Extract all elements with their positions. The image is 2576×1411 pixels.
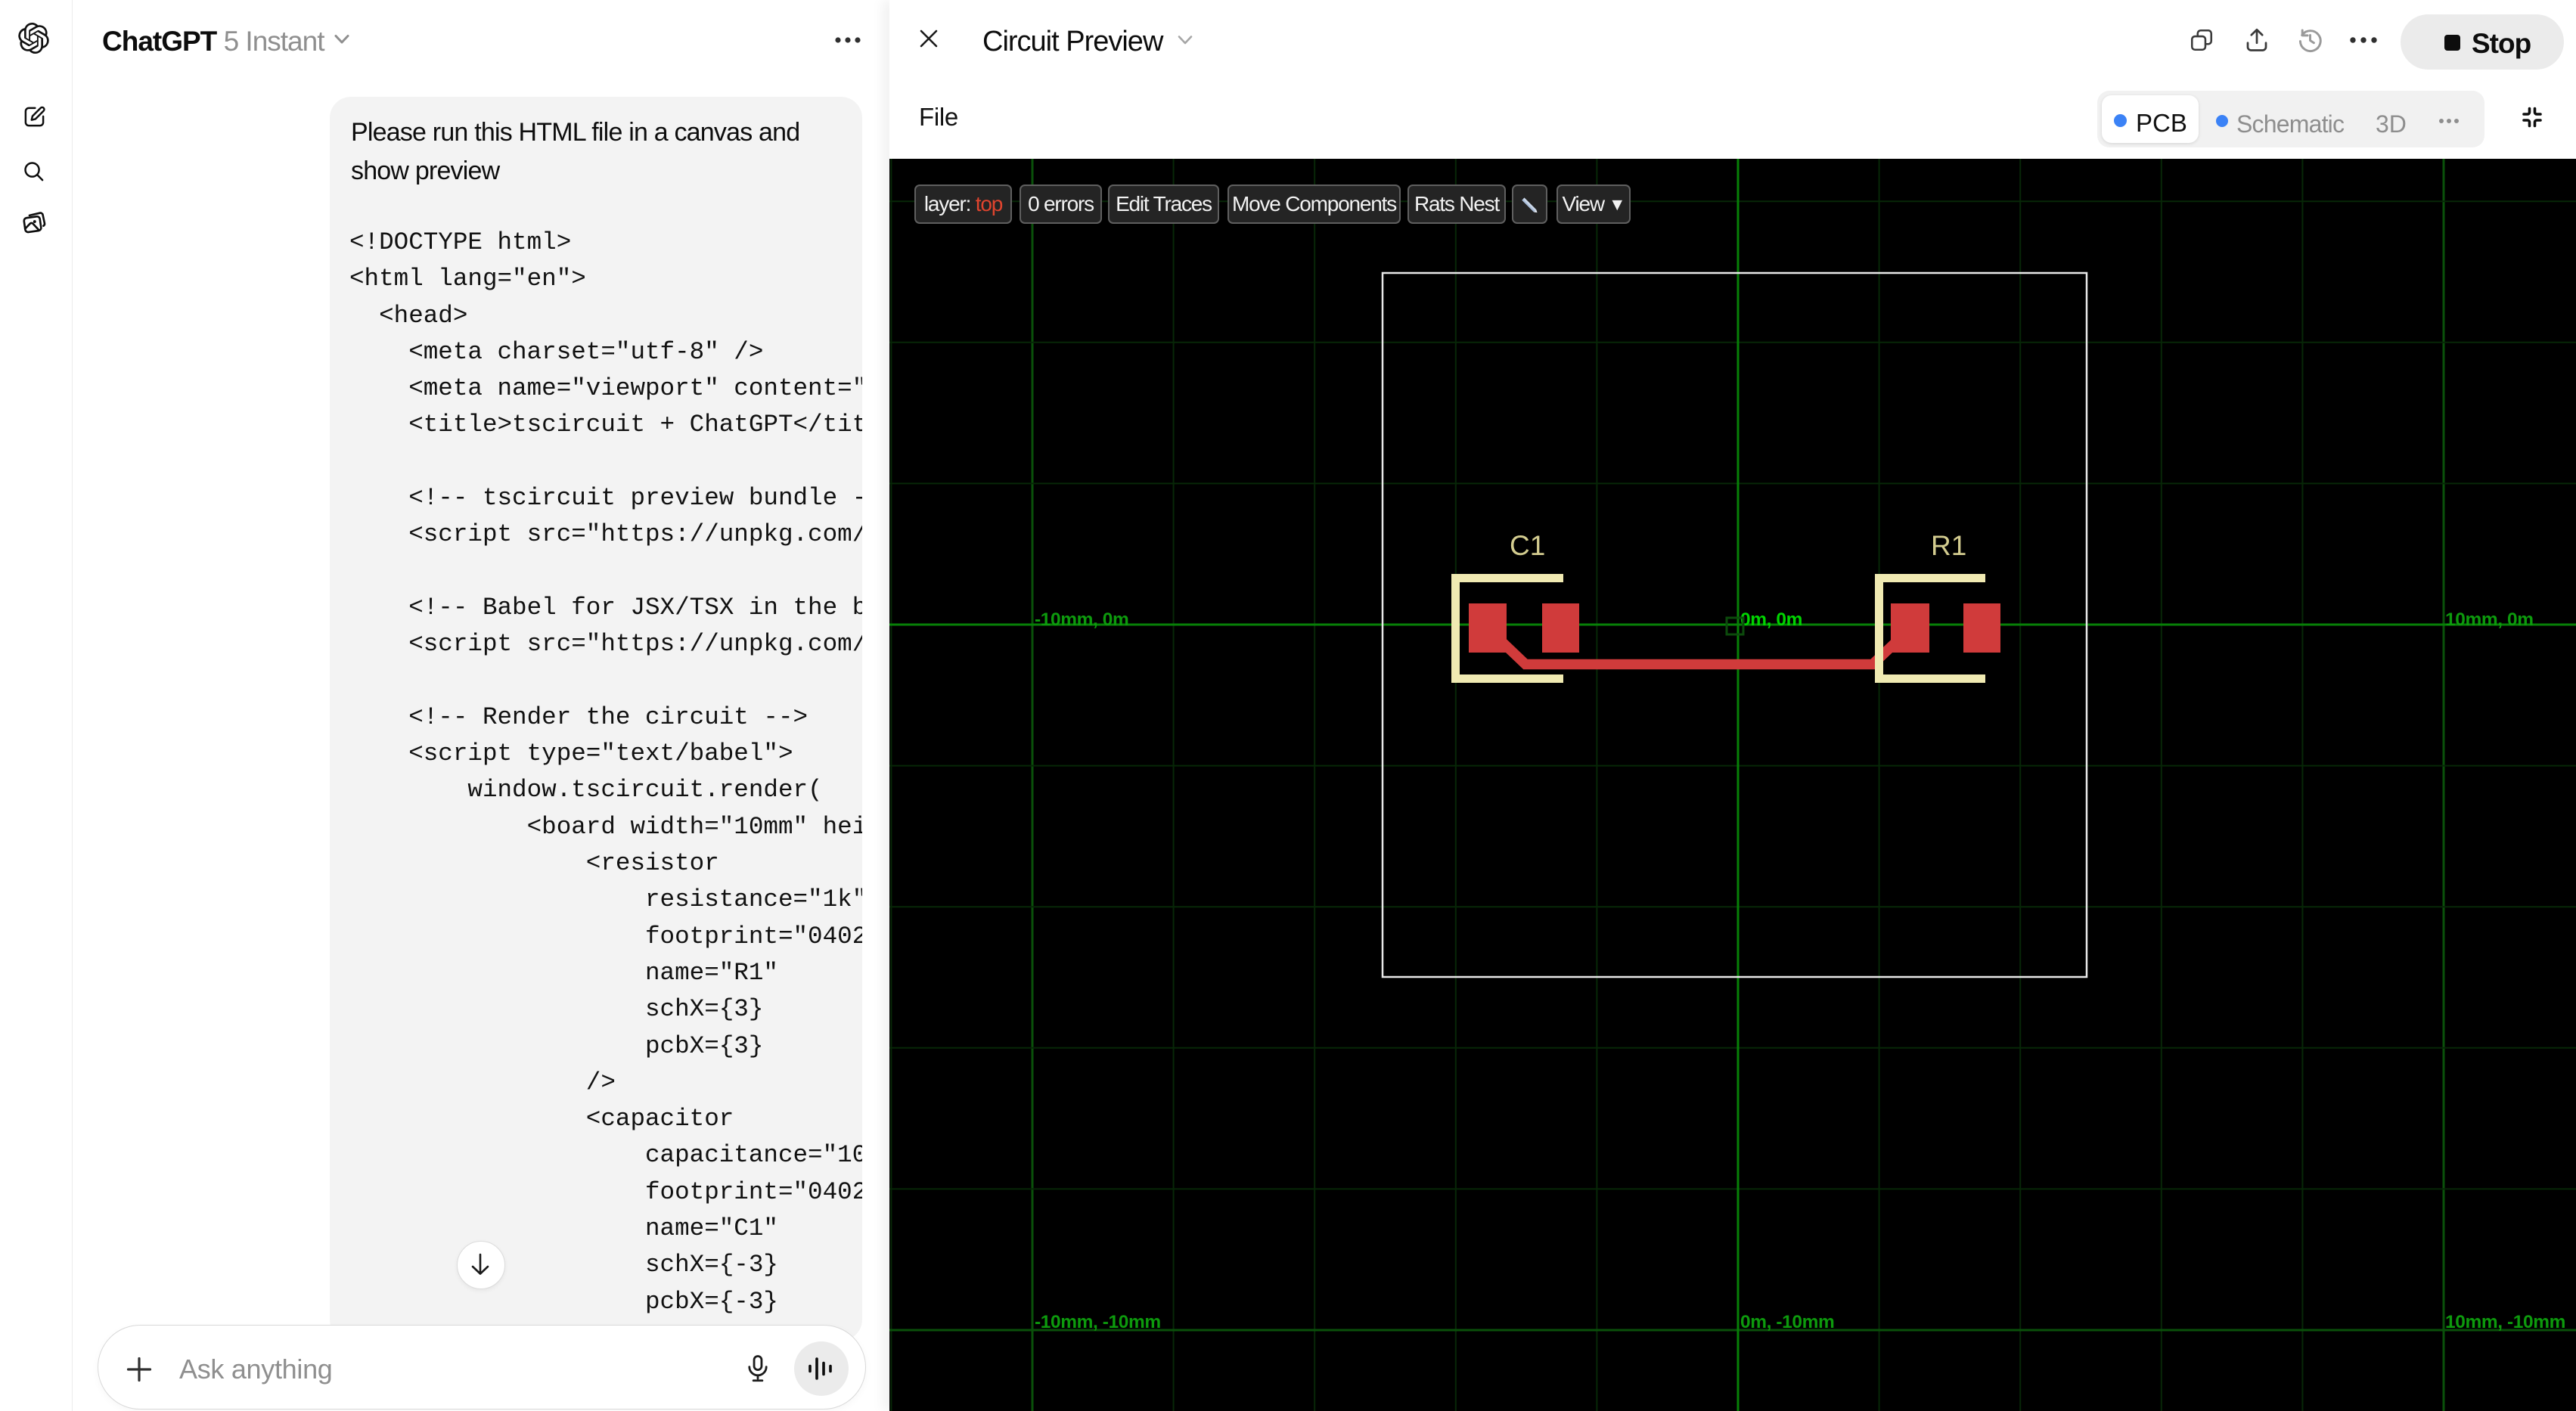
svg-text:10mm, 0m: 10mm, 0m bbox=[2445, 609, 2534, 630]
svg-text:10mm, -10mm: 10mm, -10mm bbox=[2445, 1312, 2565, 1332]
svg-text:R1: R1 bbox=[1931, 530, 1966, 561]
svg-text:-10mm, -10mm: -10mm, -10mm bbox=[1035, 1312, 1161, 1332]
svg-text:-10mm, 0m: -10mm, 0m bbox=[1035, 609, 1128, 630]
svg-text:C1: C1 bbox=[1510, 530, 1545, 561]
svg-text:0m, 0m: 0m, 0m bbox=[1740, 609, 1802, 630]
svg-text:0m, -10mm: 0m, -10mm bbox=[1740, 1312, 1834, 1332]
